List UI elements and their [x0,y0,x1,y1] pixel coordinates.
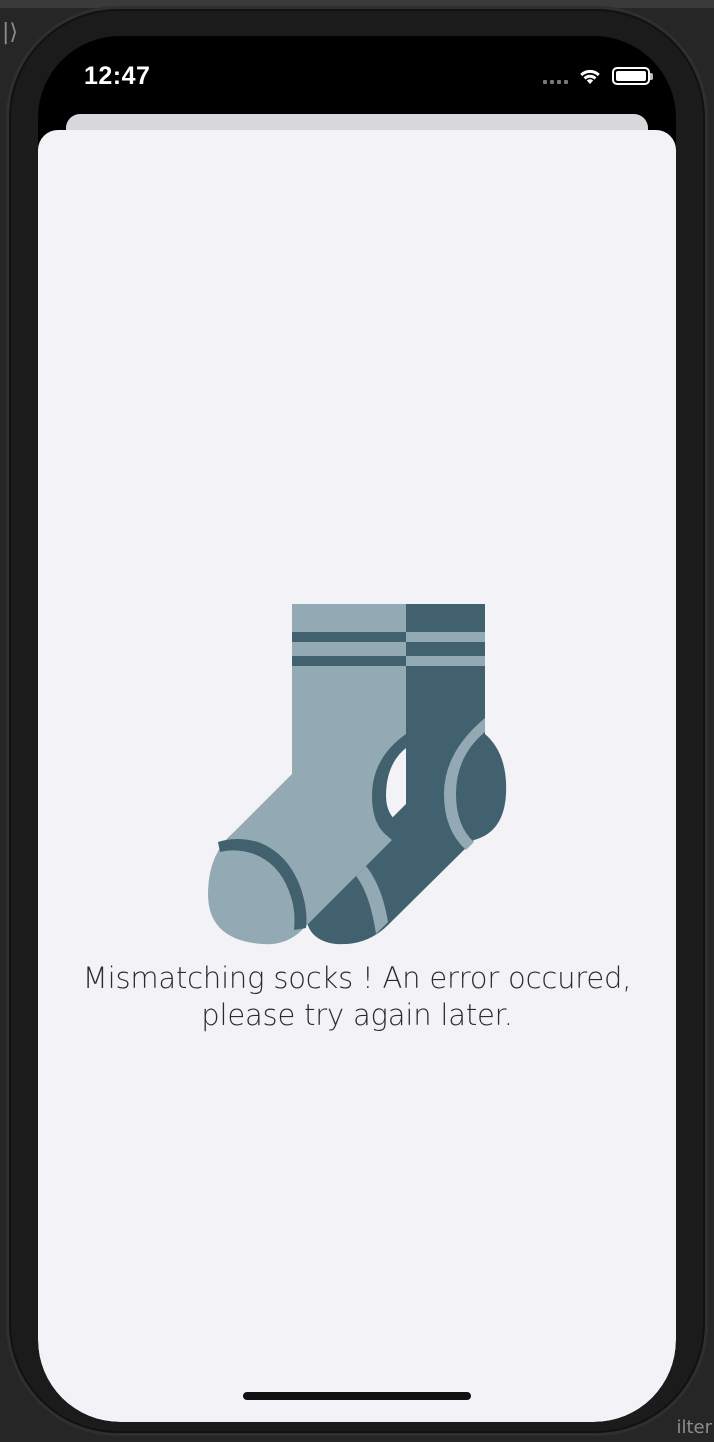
phone-screen: 12:47 Mismatching socks ! An error occur… [38,36,676,1422]
error-message: Mismatching socks ! An error occured, pl… [58,960,656,1034]
home-indicator[interactable] [243,1392,471,1400]
desktop-filter-text: ilter [676,1417,712,1438]
modal-sheet: Mismatching socks ! An error occured, pl… [38,130,676,1422]
error-message-line-1: Mismatching socks ! An error occured, [82,961,632,995]
wifi-icon [578,67,602,85]
status-icons [543,66,653,86]
notch [181,36,535,88]
signal-dots-icon [543,68,568,84]
mismatched-socks-icon [206,604,508,946]
desktop-left-glyph: |⟩ [2,20,18,45]
battery-full-icon [612,67,653,85]
error-message-line-2: please try again later. [201,998,513,1032]
status-time: 12:47 [84,62,151,90]
